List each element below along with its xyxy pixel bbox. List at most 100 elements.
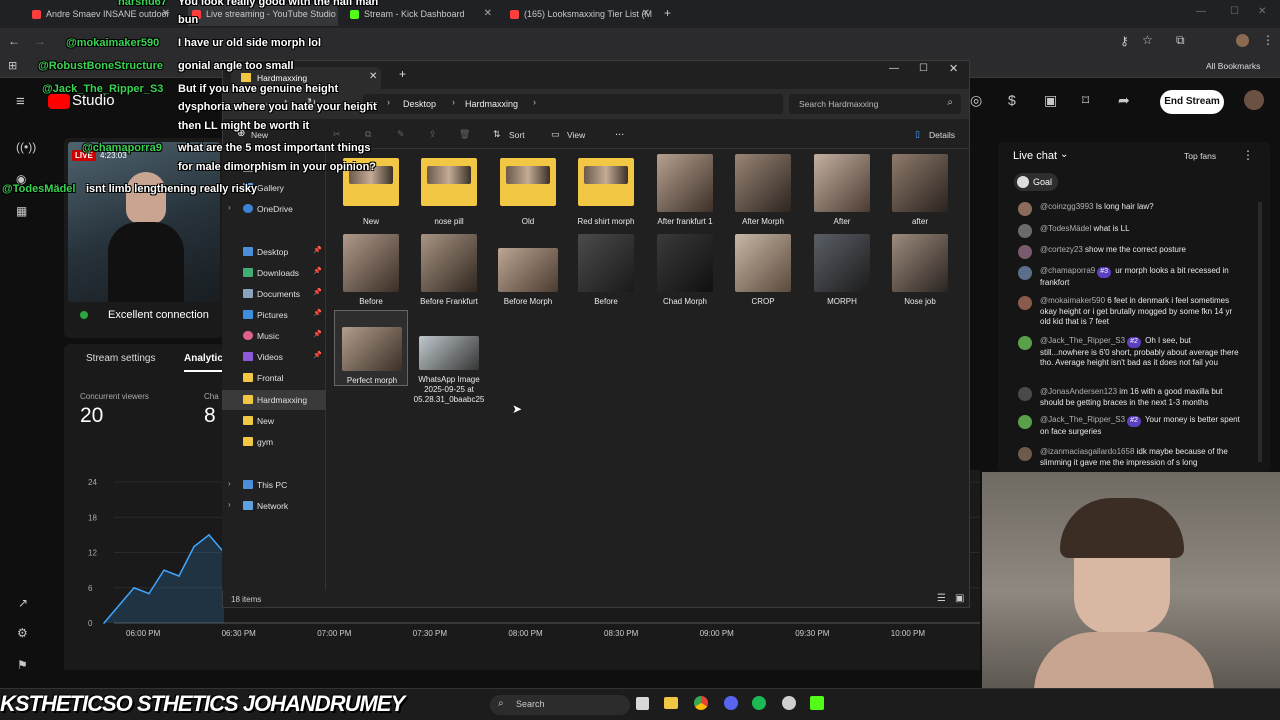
- end-stream-button[interactable]: End Stream: [1160, 90, 1224, 114]
- image-file-item[interactable]: WhatsApp Image 2025-09-25 at 05.28.31_0b…: [412, 310, 486, 404]
- minimize-icon[interactable]: —: [1196, 6, 1206, 17]
- feedback-icon[interactable]: ⚑: [17, 658, 28, 672]
- image-file-item[interactable]: After Morph: [726, 152, 800, 228]
- chat-scrollbar[interactable]: [1258, 202, 1262, 462]
- nav-network[interactable]: › Network: [222, 496, 326, 516]
- image-file-item[interactable]: Before Morph: [491, 232, 565, 308]
- nav-gym[interactable]: gym: [222, 432, 326, 452]
- chat-username[interactable]: @izanmaciasgallardo1658: [1040, 447, 1134, 456]
- close-icon[interactable]: ✕: [484, 8, 492, 19]
- close-window-icon[interactable]: ✕: [949, 62, 958, 75]
- chat-username[interactable]: @JonasAndersen123: [1040, 387, 1117, 396]
- chevron-right-icon[interactable]: ›: [228, 479, 231, 488]
- nav-documents[interactable]: Documents 📌: [222, 284, 326, 304]
- key-icon[interactable]: ⚷: [1120, 34, 1129, 48]
- breadcrumb-hardmaxxing[interactable]: Hardmaxxing: [465, 99, 518, 109]
- nav-new[interactable]: New: [222, 411, 326, 431]
- spotify-icon[interactable]: [752, 696, 766, 710]
- chat-avatar[interactable]: [1018, 202, 1032, 216]
- chat-avatar[interactable]: [1018, 296, 1032, 310]
- maximize-icon[interactable]: ☐: [919, 63, 928, 74]
- explorer-search-input[interactable]: Search Hardmaxxing ⌕: [789, 94, 961, 114]
- nav-downloads[interactable]: Downloads 📌: [222, 263, 326, 283]
- maximize-icon[interactable]: ☐: [1230, 6, 1239, 17]
- chat-username[interactable]: @Jack_The_Ripper_S3: [1040, 415, 1125, 424]
- nav-pictures[interactable]: Pictures 📌: [222, 305, 326, 325]
- goal-button[interactable]: Goal: [1014, 173, 1058, 191]
- task-view-icon[interactable]: [636, 697, 649, 710]
- chat-username[interactable]: @chamaporra9: [1040, 266, 1095, 275]
- minimize-icon[interactable]: —: [889, 63, 899, 74]
- view-button[interactable]: View: [567, 130, 585, 140]
- nav-videos[interactable]: Videos 📌: [222, 347, 326, 367]
- image-file-item[interactable]: MORPH: [805, 232, 879, 308]
- image-file-item[interactable]: After: [805, 152, 879, 228]
- image-file-item[interactable]: after: [883, 152, 957, 228]
- chat-avatar[interactable]: [1018, 224, 1032, 238]
- file-explorer-icon[interactable]: [664, 697, 678, 709]
- all-bookmarks[interactable]: All Bookmarks: [1206, 61, 1260, 71]
- kick-icon[interactable]: [810, 696, 824, 710]
- browser-tab[interactable]: (165) Looksmaxxing Tier List (M ✕: [506, 4, 654, 26]
- breadcrumb-desktop[interactable]: Desktop: [403, 99, 436, 109]
- share-icon[interactable]: ➦: [1118, 92, 1130, 109]
- channel-avatar[interactable]: [1244, 90, 1264, 110]
- chat-avatar[interactable]: [1018, 266, 1032, 280]
- chat-username[interactable]: @mokaimaker590: [1040, 296, 1105, 305]
- chat-avatar[interactable]: [1018, 336, 1032, 350]
- image-file-item[interactable]: Chad Morph: [648, 232, 722, 308]
- chat-avatar[interactable]: [1018, 447, 1032, 461]
- taskbar-search[interactable]: ⌕ Search: [490, 695, 630, 715]
- nav-this-pc[interactable]: › This PC: [222, 475, 326, 495]
- nav-desktop[interactable]: Desktop 📌: [222, 242, 326, 262]
- obs-icon[interactable]: [782, 696, 796, 710]
- image-file-item[interactable]: CROP: [726, 232, 800, 308]
- image-file-item[interactable]: Before: [569, 232, 643, 308]
- chevron-right-icon[interactable]: ›: [228, 203, 231, 212]
- star-icon[interactable]: ☆: [1142, 33, 1153, 47]
- new-tab-icon[interactable]: +: [399, 67, 406, 81]
- chat-avatar[interactable]: [1018, 387, 1032, 401]
- image-file-item[interactable]: Perfect morph: [334, 310, 408, 386]
- settings-icon[interactable]: ⚙: [17, 626, 28, 640]
- tab-stream-settings[interactable]: Stream settings: [86, 353, 155, 364]
- monetization-icon[interactable]: $: [1008, 92, 1016, 108]
- chat-avatar[interactable]: [1018, 415, 1032, 429]
- chevron-down-icon[interactable]: ⌄: [1060, 149, 1068, 160]
- menu-icon[interactable]: ⋮: [1262, 33, 1274, 47]
- chat-username[interactable]: @coinzgg3993: [1040, 202, 1094, 211]
- bookmark-icon[interactable]: ⌑: [1082, 92, 1089, 109]
- nav-hardmaxxing[interactable]: Hardmaxxing: [222, 390, 326, 410]
- folder-item[interactable]: nose pill: [412, 152, 486, 228]
- delete-icon[interactable]: 🗑: [459, 129, 470, 140]
- image-file-item[interactable]: After frankfurt 1: [648, 152, 722, 228]
- sort-button[interactable]: Sort: [509, 130, 525, 140]
- top-fans-button[interactable]: Top fans: [1184, 151, 1216, 161]
- details-view-icon[interactable]: ☰: [937, 593, 946, 604]
- chat-username[interactable]: @TodesMädel: [1040, 224, 1091, 233]
- close-icon[interactable]: ✕: [642, 8, 650, 19]
- extensions-icon[interactable]: ⧉: [1176, 33, 1185, 48]
- more-options-button[interactable]: ...: [615, 126, 624, 138]
- image-file-item[interactable]: Nose job: [883, 232, 957, 308]
- share-icon[interactable]: ⇪: [429, 129, 437, 140]
- analytics-icon[interactable]: ◎: [970, 92, 982, 109]
- live-icon[interactable]: ▣: [1044, 92, 1057, 109]
- folder-item[interactable]: Old: [491, 152, 565, 228]
- chat-menu-icon[interactable]: ⋮: [1242, 148, 1254, 162]
- discord-icon[interactable]: [724, 696, 738, 710]
- nav-music[interactable]: Music 📌: [222, 326, 326, 346]
- chat-username[interactable]: @Jack_The_Ripper_S3: [1040, 336, 1125, 345]
- chevron-right-icon[interactable]: ›: [228, 500, 231, 509]
- image-file-item[interactable]: Before Frankfurt: [412, 232, 486, 308]
- nav-onedrive[interactable]: › OneDrive: [222, 199, 326, 219]
- breadcrumb[interactable]: ▭ › Desktop › Hardmaxxing ›: [363, 94, 783, 114]
- profile-avatar[interactable]: [1236, 34, 1249, 47]
- chat-username[interactable]: @cortezy23: [1040, 245, 1083, 254]
- chat-avatar[interactable]: [1018, 245, 1032, 259]
- image-file-item[interactable]: Before: [334, 232, 408, 308]
- expand-icon[interactable]: ↗: [18, 596, 28, 610]
- new-tab-icon[interactable]: +: [664, 6, 671, 20]
- live-chat-title[interactable]: Live chat: [1013, 150, 1057, 162]
- calendar-icon[interactable]: ▦: [16, 204, 27, 218]
